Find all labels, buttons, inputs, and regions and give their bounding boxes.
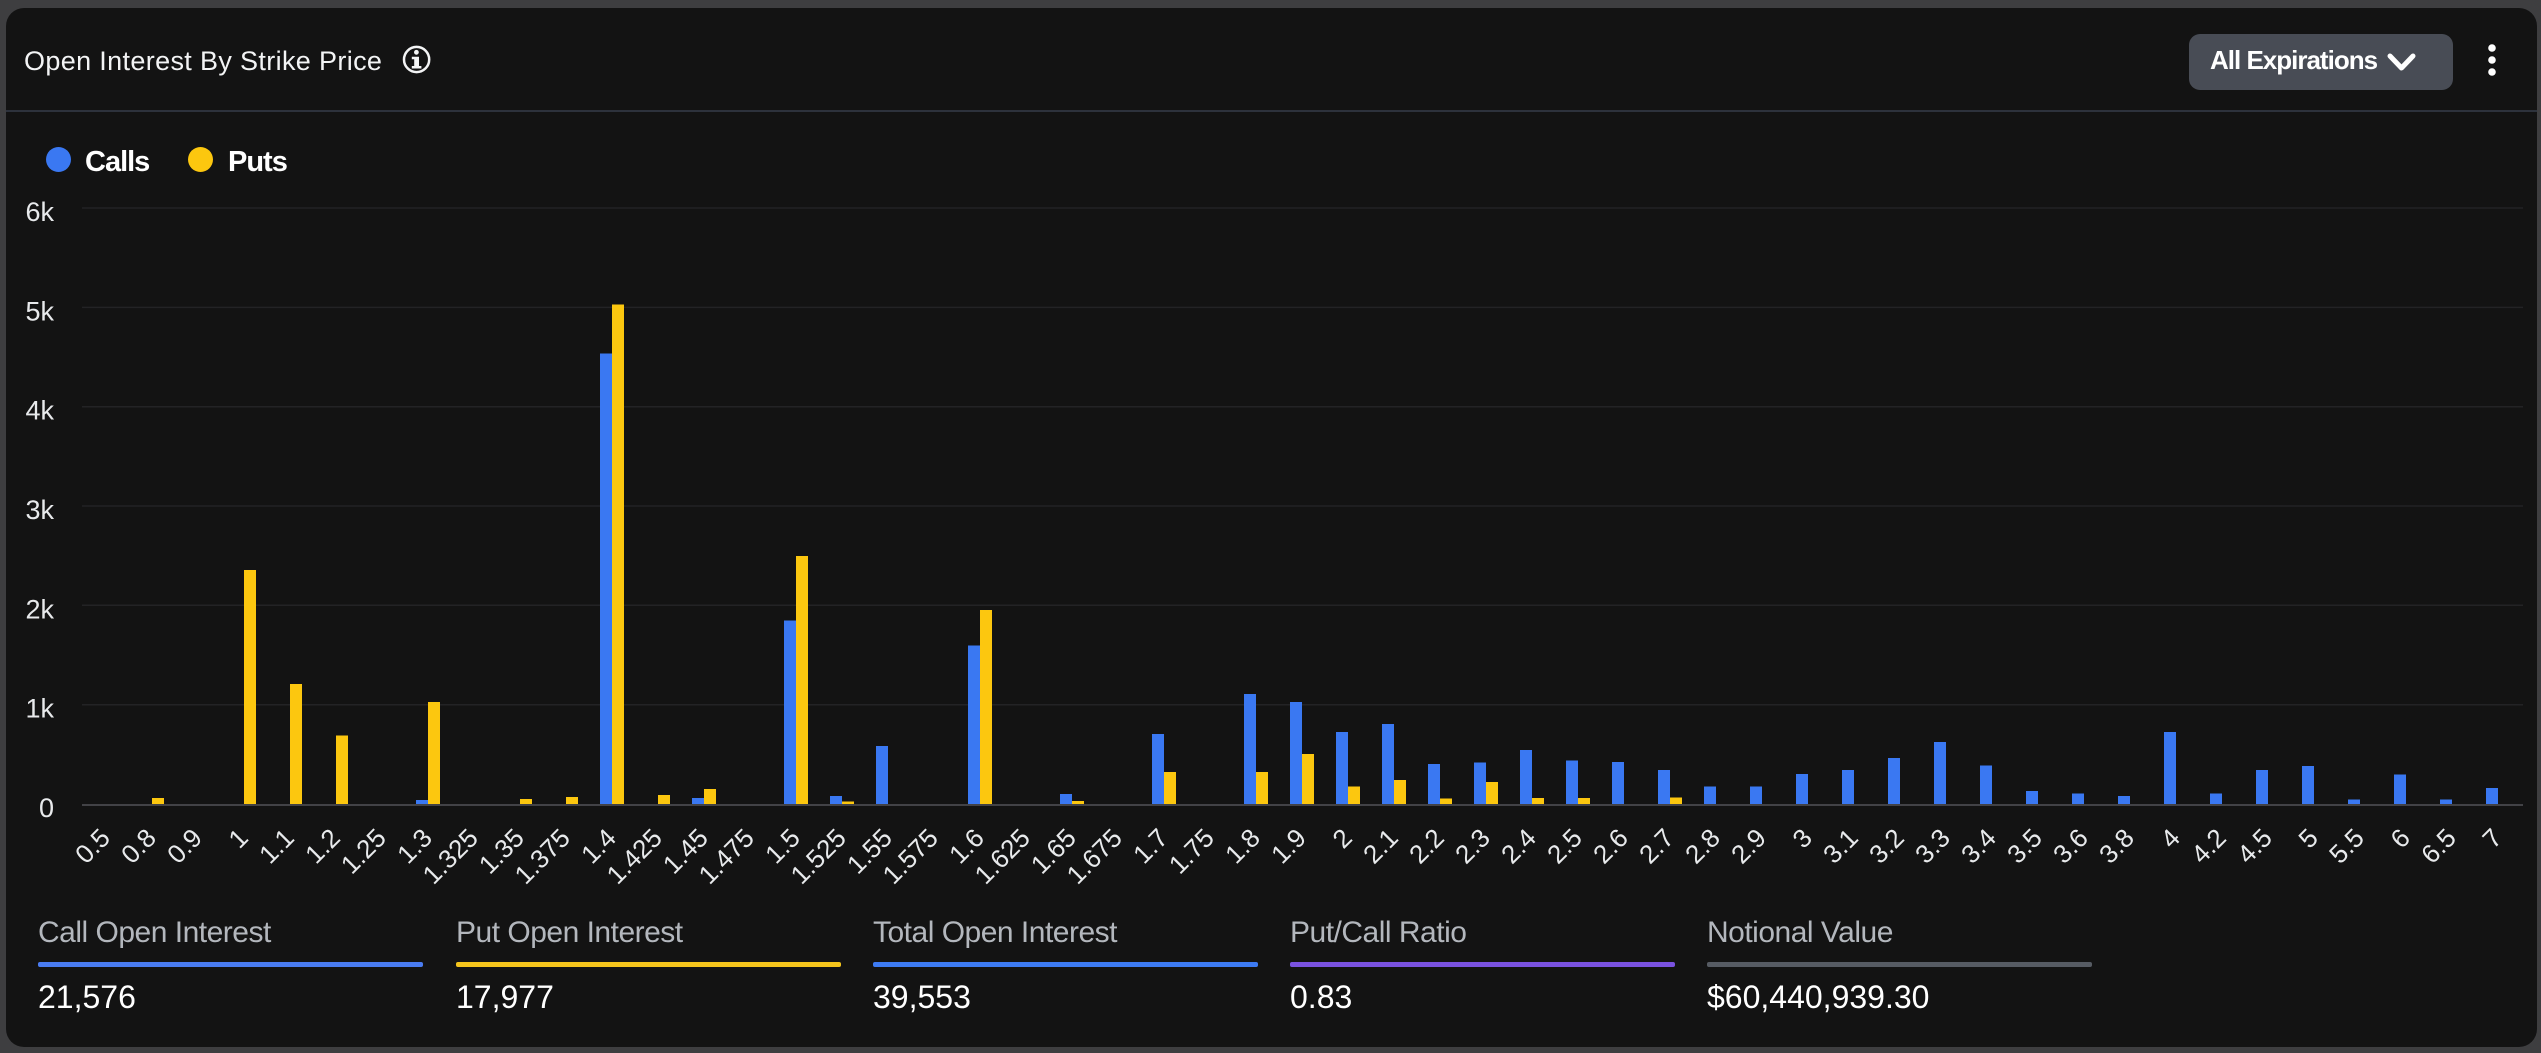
svg-text:0.8: 0.8 <box>115 823 162 870</box>
svg-text:2.8: 2.8 <box>1679 823 1726 870</box>
svg-text:5.5: 5.5 <box>2323 823 2370 870</box>
svg-text:3.4: 3.4 <box>1955 823 2002 870</box>
svg-text:3.6: 3.6 <box>2047 823 2094 870</box>
svg-text:3.5: 3.5 <box>2001 823 2048 870</box>
svg-text:4k: 4k <box>25 396 54 426</box>
svg-text:3.1: 3.1 <box>1817 823 1864 870</box>
svg-text:0: 0 <box>39 793 54 823</box>
svg-text:0.5: 0.5 <box>69 823 116 870</box>
svg-text:4.5: 4.5 <box>2231 823 2278 870</box>
svg-text:3.2: 3.2 <box>1863 823 1910 870</box>
svg-text:2.6: 2.6 <box>1587 823 1634 870</box>
svg-text:1: 1 <box>222 823 253 854</box>
svg-text:1.75: 1.75 <box>1163 823 1220 880</box>
svg-text:2.2: 2.2 <box>1403 823 1450 870</box>
svg-text:6k: 6k <box>25 197 54 227</box>
svg-text:2.9: 2.9 <box>1725 823 1772 870</box>
svg-text:5: 5 <box>2292 823 2323 854</box>
svg-text:1.8: 1.8 <box>1219 823 1266 870</box>
svg-text:3.3: 3.3 <box>1909 823 1956 870</box>
svg-text:1k: 1k <box>25 694 54 724</box>
svg-text:5k: 5k <box>25 296 54 326</box>
svg-text:2: 2 <box>1326 823 1357 854</box>
svg-text:3k: 3k <box>25 495 54 525</box>
svg-text:4: 4 <box>2154 823 2185 854</box>
svg-text:2k: 2k <box>25 594 54 624</box>
svg-text:6: 6 <box>2384 823 2415 854</box>
svg-text:7: 7 <box>2476 823 2507 854</box>
svg-text:0.9: 0.9 <box>161 823 208 870</box>
svg-text:2.1: 2.1 <box>1357 823 1404 870</box>
svg-text:6.5: 6.5 <box>2415 823 2462 870</box>
svg-text:1.9: 1.9 <box>1265 823 1312 870</box>
svg-text:2.4: 2.4 <box>1495 823 1542 870</box>
svg-text:2.7: 2.7 <box>1633 823 1680 870</box>
svg-text:3.8: 3.8 <box>2093 823 2140 870</box>
svg-text:2.3: 2.3 <box>1449 823 1496 870</box>
svg-text:2.5: 2.5 <box>1541 823 1588 870</box>
svg-text:4.2: 4.2 <box>2185 823 2232 870</box>
svg-text:3: 3 <box>1786 823 1817 854</box>
svg-text:1.1: 1.1 <box>253 823 300 870</box>
svg-text:1.25: 1.25 <box>335 823 392 880</box>
